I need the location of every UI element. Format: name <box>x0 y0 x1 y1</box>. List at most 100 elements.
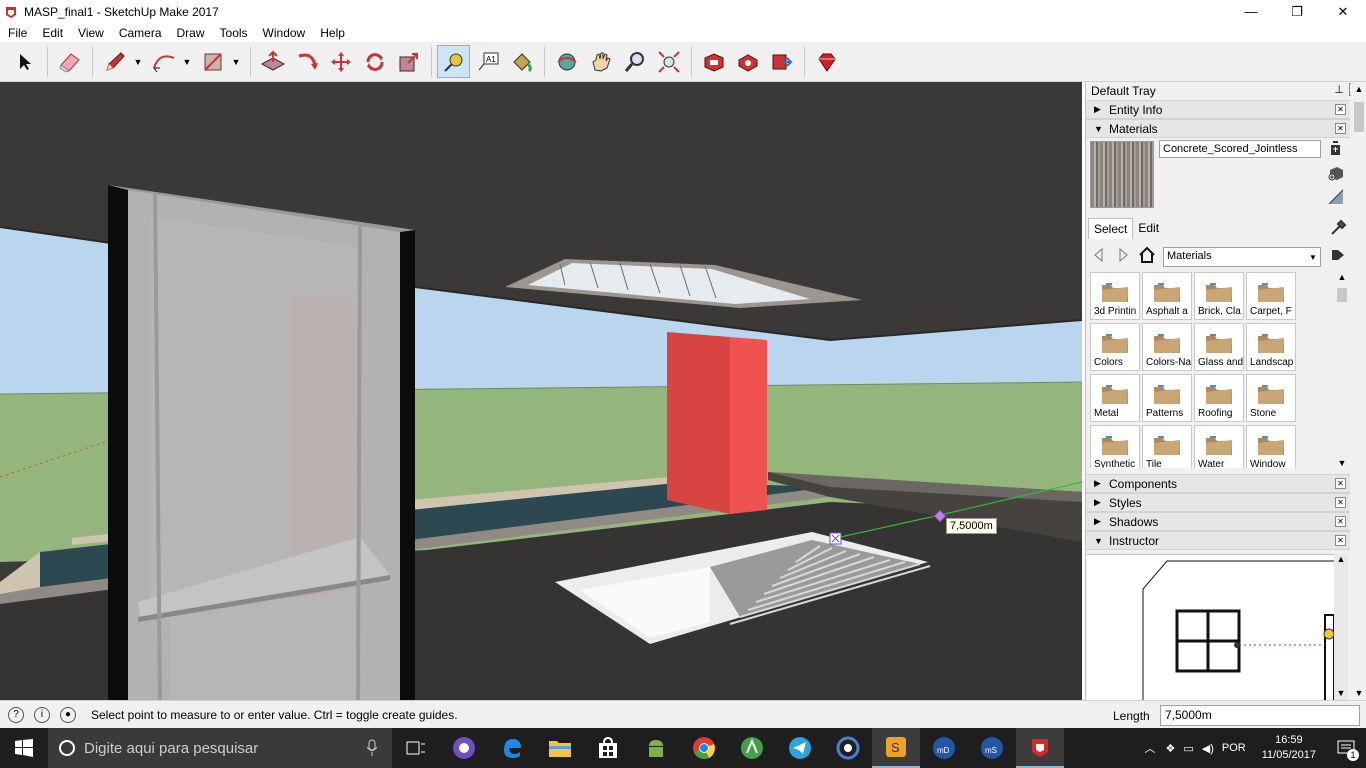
extension-warehouse-tool[interactable] <box>731 45 764 78</box>
panel-components[interactable]: ▶ Components ✕ <box>1086 474 1350 493</box>
menu-camera[interactable]: Camera <box>111 26 169 40</box>
tab-select[interactable]: Select <box>1088 218 1134 239</box>
panel-close-icon[interactable]: ✕ <box>1335 497 1346 508</box>
close-button[interactable]: ✕ <box>1320 0 1366 23</box>
scroll-up-icon[interactable]: ▲ <box>1351 84 1366 94</box>
ruby-console-tool[interactable] <box>810 45 843 78</box>
material-library-item[interactable]: Synthetic <box>1090 425 1140 468</box>
task-view-button[interactable] <box>392 728 440 768</box>
material-library-item[interactable]: Patterns <box>1142 374 1192 422</box>
panel-close-icon[interactable]: ✕ <box>1335 516 1346 527</box>
menu-tools[interactable]: Tools <box>212 26 255 40</box>
language-indicator[interactable]: POR <box>1222 742 1246 754</box>
tape-measure-tool[interactable] <box>437 45 470 78</box>
action-center-button[interactable]: 1 <box>1326 728 1366 768</box>
forward-arrow-icon[interactable] <box>1114 246 1132 264</box>
material-library-item[interactable]: Asphalt a <box>1142 272 1192 320</box>
scroll-down-icon[interactable]: ▼ <box>1351 688 1366 698</box>
menu-edit[interactable]: Edit <box>34 26 70 40</box>
taskbar-store[interactable] <box>584 728 632 768</box>
panel-materials[interactable]: ▼ Materials ✕ <box>1086 119 1350 138</box>
menu-draw[interactable]: Draw <box>169 26 212 40</box>
info-icon[interactable]: i <box>34 706 50 723</box>
details-arrow-icon[interactable] <box>1329 246 1347 264</box>
material-name-field[interactable]: Concrete_Scored_Jointless <box>1159 140 1321 158</box>
sample-paint-icon[interactable] <box>1329 219 1347 237</box>
taskbar-sketchup[interactable] <box>1016 728 1064 768</box>
material-library-item[interactable]: Window <box>1246 425 1296 468</box>
show-hidden-icons-icon[interactable]: ︿ <box>1145 740 1156 756</box>
paint-bucket-tool[interactable] <box>505 45 538 78</box>
panel-close-icon[interactable]: ✕ <box>1335 104 1346 115</box>
move-tool[interactable] <box>324 45 357 78</box>
network-icon[interactable]: ▭ <box>1183 742 1193 755</box>
material-library-item[interactable]: Brick, Cla <box>1194 272 1244 320</box>
back-arrow-icon[interactable] <box>1090 246 1108 264</box>
rectangle-tool[interactable] <box>196 45 229 78</box>
material-library-item[interactable]: 3d Printin <box>1090 272 1140 320</box>
zoom-extents-tool[interactable] <box>652 45 685 78</box>
materials-scrollbar[interactable]: ▲ ▼ <box>1335 272 1349 468</box>
material-library-item[interactable]: Roofing <box>1194 374 1244 422</box>
create-material-icon[interactable] <box>1327 164 1345 182</box>
menu-help[interactable]: Help <box>312 26 352 40</box>
taskbar-app-md-2[interactable]: mS <box>968 728 1016 768</box>
microphone-icon[interactable] <box>366 739 378 757</box>
material-library-item[interactable]: Water <box>1194 425 1244 468</box>
zoom-tool[interactable] <box>618 45 651 78</box>
display-secondary-icon[interactable] <box>1327 140 1345 158</box>
taskbar-telegram[interactable] <box>776 728 824 768</box>
taskbar-sublime[interactable]: S <box>872 728 920 768</box>
panel-close-icon[interactable]: ✕ <box>1335 535 1346 546</box>
modeling-viewport[interactable]: 7,5000m <box>0 82 1082 700</box>
push-pull-tool[interactable] <box>256 45 289 78</box>
material-library-item[interactable]: Metal <box>1090 374 1140 422</box>
select-tool[interactable] <box>8 45 41 78</box>
arc-tool[interactable] <box>147 45 180 78</box>
menu-file[interactable]: File <box>0 26 34 40</box>
taskbar-android-studio[interactable] <box>728 728 776 768</box>
menu-view[interactable]: View <box>70 26 111 40</box>
material-library-item[interactable]: Carpet, F <box>1246 272 1296 320</box>
scale-tool[interactable] <box>392 45 425 78</box>
taskbar-app-md-1[interactable]: mD <box>920 728 968 768</box>
instructor-scrollbar[interactable]: ▲ ▼ <box>1334 554 1348 700</box>
menu-window[interactable]: Window <box>255 26 313 40</box>
tab-edit[interactable]: Edit <box>1133 218 1164 239</box>
taskbar-android[interactable] <box>632 728 680 768</box>
taskbar-chrome[interactable] <box>680 728 728 768</box>
orbit-tool[interactable] <box>550 45 583 78</box>
material-library-item[interactable]: Colors-Na <box>1142 323 1192 371</box>
home-icon[interactable] <box>1138 246 1156 264</box>
user-icon[interactable]: ● <box>60 706 76 723</box>
eraser-tool[interactable] <box>53 45 86 78</box>
measurements-input[interactable]: 7,5000m <box>1160 705 1360 726</box>
library-select[interactable]: Materials ▼ <box>1163 247 1321 267</box>
pencil-tool[interactable] <box>98 45 131 78</box>
material-library-item[interactable]: Glass and <box>1194 323 1244 371</box>
geo-location-icon[interactable]: ? <box>8 706 24 723</box>
panel-styles[interactable]: ▶ Styles ✕ <box>1086 493 1350 512</box>
tray-scrollbar[interactable]: ▲ ▼ <box>1351 82 1366 700</box>
material-library-item[interactable]: Colors <box>1090 323 1140 371</box>
taskbar-app-1[interactable] <box>440 728 488 768</box>
minimize-button[interactable]: — <box>1228 0 1274 23</box>
text-tool[interactable]: A1 <box>471 45 504 78</box>
scroll-up-icon[interactable]: ▲ <box>1334 554 1348 564</box>
panel-close-icon[interactable]: ✕ <box>1335 123 1346 134</box>
pencil-dropdown[interactable]: ▼ <box>132 45 144 78</box>
material-library-item[interactable]: Landscap <box>1246 323 1296 371</box>
follow-me-tool[interactable] <box>290 45 323 78</box>
scroll-up-icon[interactable]: ▲ <box>1335 272 1349 282</box>
rectangle-dropdown[interactable]: ▼ <box>230 45 242 78</box>
panel-shadows[interactable]: ▶ Shadows ✕ <box>1086 512 1350 531</box>
taskbar-edge[interactable] <box>488 728 536 768</box>
clock[interactable]: 16:59 11/05/2017 <box>1252 733 1326 763</box>
pan-tool[interactable] <box>584 45 617 78</box>
panel-instructor[interactable]: ▼ Instructor ✕ <box>1086 531 1350 550</box>
rotate-tool[interactable] <box>358 45 391 78</box>
panel-entity-info[interactable]: ▶ Entity Info ✕ <box>1086 100 1350 119</box>
default-material-icon[interactable] <box>1327 188 1345 206</box>
pin-icon[interactable]: ⊥ <box>1334 83 1344 96</box>
share-model-tool[interactable] <box>765 45 798 78</box>
